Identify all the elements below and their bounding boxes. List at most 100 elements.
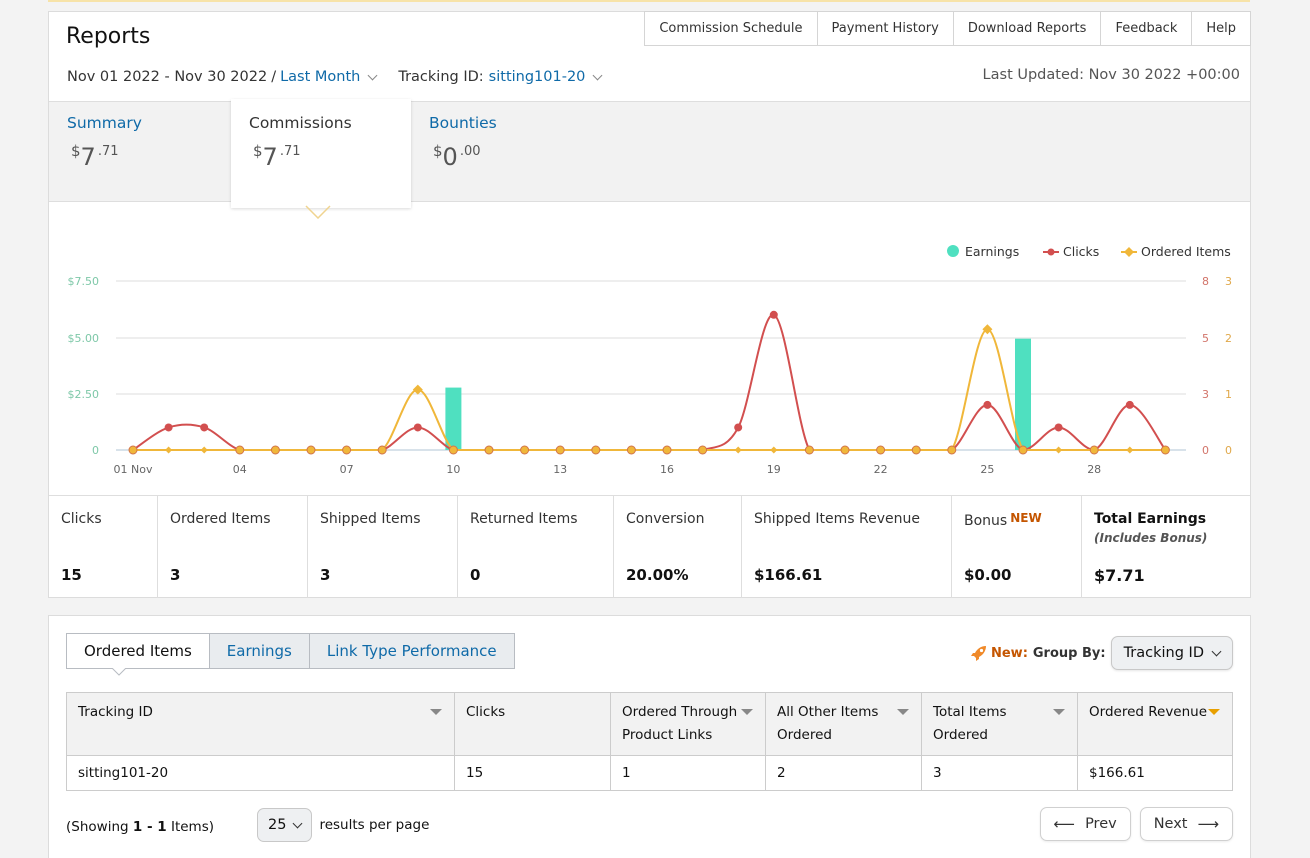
chevron-down-icon (1211, 646, 1222, 657)
chevron-down-icon (293, 818, 303, 829)
date-range-text: Nov 01 2022 - Nov 30 2022 (67, 69, 268, 85)
sort-icon[interactable] (1208, 709, 1220, 715)
y-right-clicks-tick-label: 3 (1202, 388, 1209, 401)
cell-total-items: 3 (921, 755, 1078, 791)
next-button[interactable]: Next ⟶ (1139, 807, 1233, 841)
clicks-point (164, 423, 173, 432)
group-by-label: Group By: (1032, 645, 1106, 661)
cell-ordered-through: 1 (610, 755, 766, 791)
tab-ordered-items[interactable]: Ordered Items (66, 633, 210, 669)
table-row: sitting101-20 15 1 2 3 $166.61 (66, 755, 1233, 791)
legend-items-marker (1124, 247, 1134, 257)
tab-link-type-performance[interactable]: Link Type Performance (309, 633, 515, 669)
ordered-items-point (626, 445, 636, 455)
chevron-down-icon[interactable] (592, 70, 603, 81)
col-all-other-items[interactable]: All Other Items Ordered (765, 692, 922, 756)
metric-value: 20.00% (626, 566, 689, 584)
y-right-items-tick-label: 2 (1225, 332, 1232, 345)
tab-earnings[interactable]: Earnings (209, 633, 310, 669)
metric-conversion: Conversion 20.00% (614, 496, 742, 598)
metric-bonus: Bonus NEW $0.00 (952, 496, 1082, 598)
clicks-point (769, 310, 778, 319)
ordered-items-line (132, 328, 1166, 452)
tab-bounties[interactable]: Bounties $0.00 (411, 102, 591, 202)
x-tick-label: 07 (340, 463, 354, 476)
details-card: Ordered Items Earnings Link Type Perform… (48, 615, 1251, 858)
metric-returned-items: Returned Items 0 (458, 496, 614, 598)
pagination: ⟵ Prev Next ⟶ (1039, 807, 1233, 841)
ordered-items-point (165, 446, 173, 454)
metric-shipped-items: Shipped Items 3 (308, 496, 458, 598)
ordered-items-point (840, 445, 850, 455)
ordered-items-point (235, 445, 245, 455)
x-tick-label: 19 (767, 463, 781, 476)
sort-icon[interactable] (430, 709, 442, 715)
legend-label: Earnings (965, 244, 1019, 259)
metric-label: Shipped Items Revenue (754, 511, 920, 527)
showing-count: (Showing 1 - 1 Items) (66, 819, 214, 835)
ordered-items-point (911, 445, 921, 455)
rocket-icon (970, 646, 986, 661)
group-by-select[interactable]: Tracking ID (1110, 636, 1233, 670)
metric-label: Total Earnings (Includes Bonus) (1094, 511, 1208, 545)
ordered-items-point (484, 445, 494, 455)
download-reports-link[interactable]: Download Reports (953, 11, 1102, 46)
clicks-point (1054, 423, 1063, 432)
ordered-items-point (947, 445, 957, 455)
tab-commissions-label: Commissions (249, 114, 352, 132)
y-right-clicks-tick-label: 0 (1202, 444, 1209, 457)
period-dropdown[interactable]: Last Month (280, 69, 360, 85)
ordered-items-point (876, 445, 886, 455)
feedback-link[interactable]: Feedback (1101, 11, 1193, 46)
metric-value: $0.00 (964, 566, 1012, 584)
help-link[interactable]: Help (1192, 11, 1251, 46)
col-ordered-through[interactable]: Ordered Through Product Links (610, 692, 766, 756)
tab-summary[interactable]: Summary $7.71 (49, 102, 229, 202)
col-tracking-id[interactable]: Tracking ID (66, 692, 455, 756)
metric-label: Returned Items (470, 511, 578, 527)
ordered-items-point (128, 445, 138, 455)
tracking-id-dropdown[interactable]: sitting101-20 (489, 69, 586, 85)
sort-icon[interactable] (741, 709, 753, 715)
results-per-page: 25 results per page (257, 808, 429, 842)
col-ordered-revenue[interactable]: Ordered Revenue (1077, 692, 1233, 756)
sort-icon[interactable] (1053, 709, 1065, 715)
y-left-tick-label: 0 (92, 444, 99, 457)
tab-summary-label: Summary (67, 114, 142, 132)
ordered-items-point (520, 445, 530, 455)
commission-schedule-link[interactable]: Commission Schedule (644, 11, 818, 46)
per-page-select[interactable]: 25 (257, 808, 313, 842)
ordered-items-point (200, 446, 208, 454)
prev-button[interactable]: ⟵ Prev (1039, 807, 1131, 841)
x-tick-label: 16 (660, 463, 674, 476)
x-tick-label: 01 Nov (114, 463, 153, 476)
reports-card: Reports Commission Schedule Payment Hist… (48, 11, 1251, 598)
active-tab-pointer (305, 205, 331, 219)
tab-commissions-amount: $7.71 (253, 142, 301, 171)
ordered-items-point (555, 445, 565, 455)
metric-shipped-revenue: Shipped Items Revenue $166.61 (742, 496, 952, 598)
arrow-right-icon: ⟶ (1197, 815, 1219, 833)
col-clicks[interactable]: Clicks (454, 692, 611, 756)
ordered-items-point (770, 446, 778, 454)
metric-clicks: Clicks 15 (49, 496, 158, 598)
sort-icon[interactable] (897, 709, 909, 715)
metric-label: Clicks (61, 511, 102, 527)
y-left-tick-label: $2.50 (68, 388, 100, 401)
ordered-items-point (591, 445, 601, 455)
y-right-clicks-tick-label: 5 (1202, 332, 1209, 345)
y-right-items-tick-label: 1 (1225, 388, 1232, 401)
col-total-items[interactable]: Total Items Ordered (921, 692, 1078, 756)
cell-tracking-id[interactable]: sitting101-20 (66, 755, 455, 791)
last-updated: Last Updated: Nov 30 2022 +00:00 (982, 67, 1240, 83)
payment-history-link[interactable]: Payment History (817, 11, 954, 46)
per-page-value: 25 (268, 817, 287, 833)
metric-sublabel: (Includes Bonus) (1094, 531, 1208, 545)
per-page-label: results per page (319, 817, 430, 833)
tab-commissions[interactable]: Commissions $7.71 (231, 99, 411, 208)
chevron-down-icon[interactable] (367, 70, 378, 81)
ordered-items-point (412, 384, 423, 395)
y-left-tick-label: $5.00 (68, 332, 100, 345)
tab-bounties-amount: $0.00 (433, 142, 481, 171)
tab-summary-amount: $7.71 (71, 142, 119, 171)
